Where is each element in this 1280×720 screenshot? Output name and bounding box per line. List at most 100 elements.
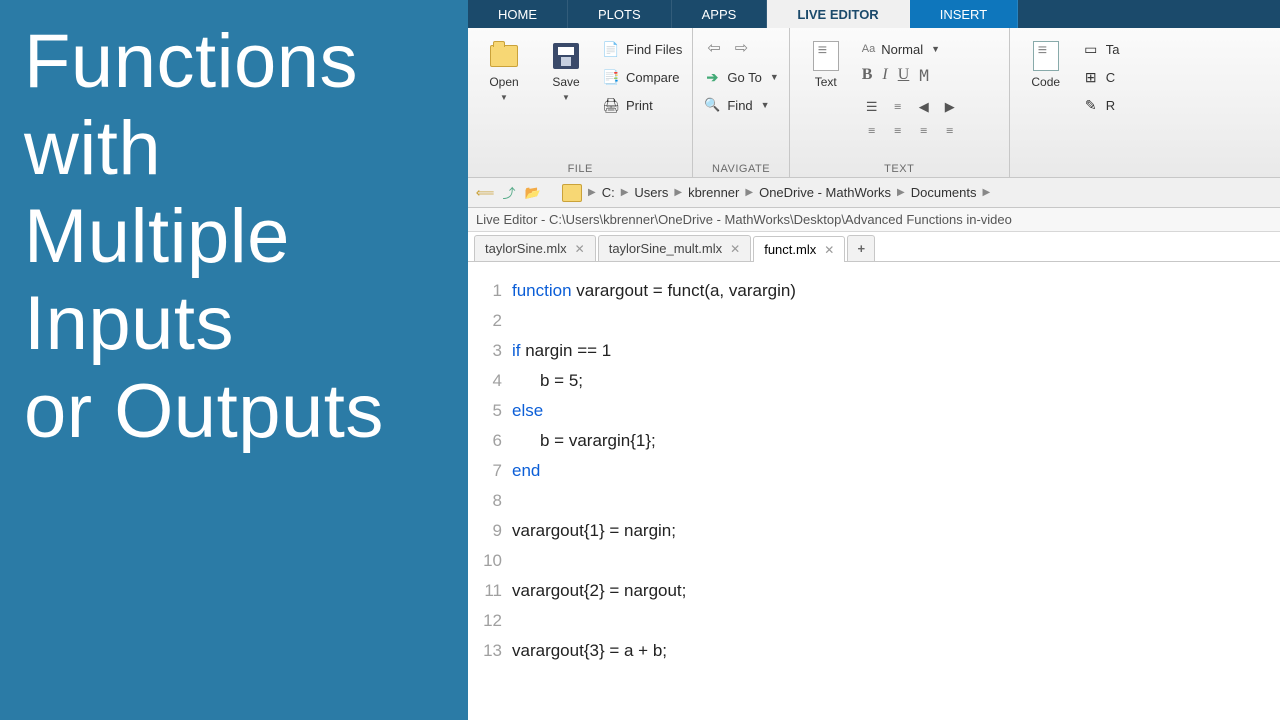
code-content[interactable]: function varargout = funct(a, varargin) … — [512, 276, 1280, 720]
breadcrumb-sep: ▶ — [674, 187, 682, 198]
ribbon-group-label: NAVIGATE — [703, 161, 778, 175]
address-bar: ⟸ ⤴ 📂 ▶ C: ▶ Users ▶ kbrenner ▶ OneDrive… — [468, 178, 1280, 208]
task-button[interactable]: ▭ Ta — [1082, 38, 1120, 60]
nav-forward-icon[interactable]: ⇨ — [735, 38, 748, 58]
code-button[interactable]: Code — [1020, 34, 1072, 89]
breadcrumb-sep: ▶ — [621, 187, 629, 198]
line-gutter: 1 2 3 4 5 6 7 8 9 10 11 12 13 — [468, 276, 512, 720]
tab-insert[interactable]: INSERT — [910, 0, 1018, 28]
file-tab-label: taylorSine.mlx — [485, 241, 567, 256]
title-line: Functions — [24, 18, 444, 105]
refactor-label: R — [1106, 98, 1115, 113]
crumb-users[interactable]: Users — [634, 185, 668, 200]
task-label: Ta — [1106, 42, 1120, 57]
monospace-button[interactable]: M — [919, 66, 929, 85]
align-left-icon[interactable]: ≡ — [862, 121, 882, 141]
find-files-label: Find Files — [626, 42, 682, 57]
control-button[interactable]: ⊞ C — [1082, 66, 1120, 88]
file-tab-label: taylorSine_mult.mlx — [609, 241, 722, 256]
find-icon — [703, 96, 721, 114]
compare-label: Compare — [626, 70, 679, 85]
save-icon — [550, 40, 582, 72]
goto-icon: ➔ — [703, 68, 721, 86]
close-icon[interactable]: ✕ — [824, 243, 834, 257]
tab-live-editor[interactable]: LIVE EDITOR — [767, 0, 909, 28]
indent-left-icon[interactable]: ◀ — [914, 97, 934, 117]
crumb-documents[interactable]: Documents — [911, 185, 977, 200]
ribbon-group-label: TEXT — [800, 161, 999, 175]
chevron-down-icon: ▼ — [562, 93, 570, 102]
save-label: Save — [552, 76, 579, 89]
browse-icon[interactable]: 📂 — [524, 184, 542, 202]
chevron-down-icon: ▼ — [761, 100, 770, 110]
save-button[interactable]: Save ▼ — [540, 34, 592, 102]
task-icon: ▭ — [1082, 40, 1100, 58]
print-label: Print — [626, 98, 653, 113]
text-button[interactable]: Text — [800, 34, 852, 89]
open-button[interactable]: Open ▼ — [478, 34, 530, 102]
breadcrumb-sep: ▶ — [588, 187, 596, 198]
underline-button[interactable]: U — [898, 66, 910, 85]
close-icon[interactable]: ✕ — [575, 242, 585, 256]
numbered-list-icon[interactable]: ≡ — [888, 97, 908, 117]
bold-button[interactable]: B — [862, 66, 873, 85]
file-tab-active[interactable]: funct.mlx ✕ — [753, 236, 845, 262]
find-files-button[interactable]: Find Files — [602, 38, 682, 60]
align-right-icon[interactable]: ≡ — [914, 121, 934, 141]
open-label: Open — [489, 76, 518, 89]
title-line: or Outputs — [24, 368, 444, 455]
indent-right-icon[interactable]: ▶ — [940, 97, 960, 117]
goto-label: Go To — [727, 70, 761, 85]
crumb-onedrive[interactable]: OneDrive - MathWorks — [759, 185, 891, 200]
title-slide-text: Functions with Multiple Inputs or Output… — [24, 18, 444, 455]
goto-button[interactable]: ➔ Go To ▼ — [703, 66, 778, 88]
style-aa-icon: Aa — [862, 43, 875, 55]
bullet-list-icon[interactable]: ☰ — [862, 97, 882, 117]
chevron-down-icon: ▼ — [500, 93, 508, 102]
chevron-down-icon: ▼ — [931, 44, 940, 54]
control-label: C — [1106, 70, 1115, 85]
find-label: Find — [727, 98, 752, 113]
align-justify-icon[interactable]: ≡ — [940, 121, 960, 141]
close-icon[interactable]: ✕ — [730, 242, 740, 256]
file-tab-bar: taylorSine.mlx ✕ taylorSine_mult.mlx ✕ f… — [468, 232, 1280, 262]
style-dropdown[interactable]: Aa Normal ▼ — [862, 38, 960, 60]
title-slide-panel: Functions with Multiple Inputs or Output… — [0, 0, 468, 720]
ribbon: Open ▼ Save ▼ Find Files — [468, 28, 1280, 178]
new-tab-button[interactable]: + — [847, 235, 875, 261]
tab-home[interactable]: HOME — [468, 0, 568, 28]
align-center-icon[interactable]: ≡ — [888, 121, 908, 141]
print-icon — [602, 96, 620, 114]
file-tab[interactable]: taylorSine.mlx ✕ — [474, 235, 596, 261]
tab-plots[interactable]: PLOTS — [568, 0, 672, 28]
code-editor[interactable]: 1 2 3 4 5 6 7 8 9 10 11 12 13 function v… — [468, 262, 1280, 720]
text-icon — [810, 40, 842, 72]
nav-back-icon[interactable]: ⇦ — [707, 38, 720, 58]
tab-apps[interactable]: APPS — [672, 0, 768, 28]
matlab-window: HOME PLOTS APPS LIVE EDITOR INSERT Open … — [468, 0, 1280, 720]
breadcrumb-sep: ▶ — [983, 187, 991, 198]
crumb-drive[interactable]: C: — [602, 185, 615, 200]
compare-icon — [602, 68, 620, 86]
code-label: Code — [1031, 76, 1060, 89]
print-button[interactable]: Print — [602, 94, 682, 116]
file-tab-label: funct.mlx — [764, 242, 816, 257]
title-line: Inputs — [24, 280, 444, 367]
refactor-button[interactable]: ✎ R — [1082, 94, 1120, 116]
crumb-user[interactable]: kbrenner — [688, 185, 739, 200]
find-button[interactable]: Find ▼ — [703, 94, 778, 116]
find-files-icon — [602, 40, 620, 58]
chevron-down-icon: ▼ — [770, 72, 779, 82]
file-tab[interactable]: taylorSine_mult.mlx ✕ — [598, 235, 752, 261]
back-icon[interactable]: ⟸ — [476, 184, 494, 202]
refactor-icon: ✎ — [1082, 96, 1100, 114]
folder-icon — [562, 184, 582, 202]
italic-button[interactable]: I — [882, 66, 887, 85]
compare-button[interactable]: Compare — [602, 66, 682, 88]
up-icon[interactable]: ⤴ — [500, 184, 518, 202]
title-line: Multiple — [24, 193, 444, 280]
breadcrumb-sep: ▶ — [897, 187, 905, 198]
style-label: Normal — [881, 42, 923, 57]
text-label: Text — [815, 76, 837, 89]
ribbon-group-code: Code ▭ Ta ⊞ C ✎ R — [1010, 28, 1130, 177]
